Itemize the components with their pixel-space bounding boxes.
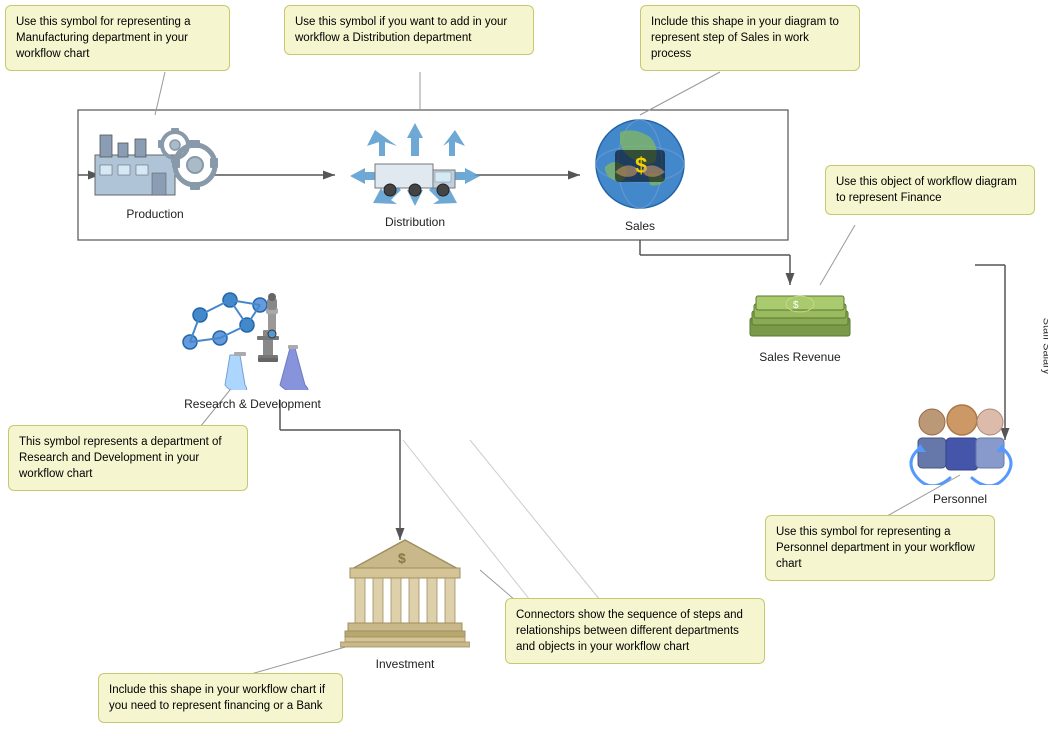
callout-sales: Include this shape in your diagram to re…: [640, 5, 860, 71]
personnel-icon: [900, 400, 1020, 485]
node-investment: $ Investment: [340, 535, 470, 671]
rd-label: Research & Development: [175, 397, 330, 411]
production-label: Production: [90, 207, 220, 221]
callout-personnel: Use this symbol for representing a Perso…: [765, 515, 995, 581]
sales-revenue-icon: $: [745, 278, 855, 343]
investment-label: Investment: [340, 657, 470, 671]
distribution-label: Distribution: [345, 215, 485, 229]
callout-finance: Use this object of workflow diagram to r…: [825, 165, 1035, 215]
diagram-container: Use this symbol for representing a Manuf…: [0, 0, 1048, 740]
callout-rd: This symbol represents a department of R…: [8, 425, 248, 491]
svg-text:$: $: [398, 550, 406, 566]
production-icon: [90, 115, 220, 200]
distribution-icon: [345, 118, 485, 208]
node-rd: Research & Development: [175, 280, 330, 411]
node-production: Production: [90, 115, 220, 221]
staff-salary-label: Staff Salary: [1040, 318, 1048, 375]
investment-icon: $: [340, 535, 470, 650]
node-sales: $ Sales: [580, 112, 700, 233]
personnel-label: Personnel: [900, 492, 1020, 506]
sales-revenue-label: Sales Revenue: [745, 350, 855, 364]
callout-bank: Include this shape in your workflow char…: [98, 673, 343, 723]
node-sales-revenue: $ Sales Revenue: [745, 278, 855, 364]
svg-text:$: $: [793, 300, 799, 311]
callout-distribution: Use this symbol if you want to add in yo…: [284, 5, 534, 55]
callout-manufacturing: Use this symbol for representing a Manuf…: [5, 5, 230, 71]
node-personnel: Personnel: [900, 400, 1020, 506]
sales-icon: $: [580, 112, 700, 212]
rd-icon: [175, 280, 330, 390]
sales-label: Sales: [580, 219, 700, 233]
node-distribution: Distribution: [345, 118, 485, 229]
callout-connectors: Connectors show the sequence of steps an…: [505, 598, 765, 664]
